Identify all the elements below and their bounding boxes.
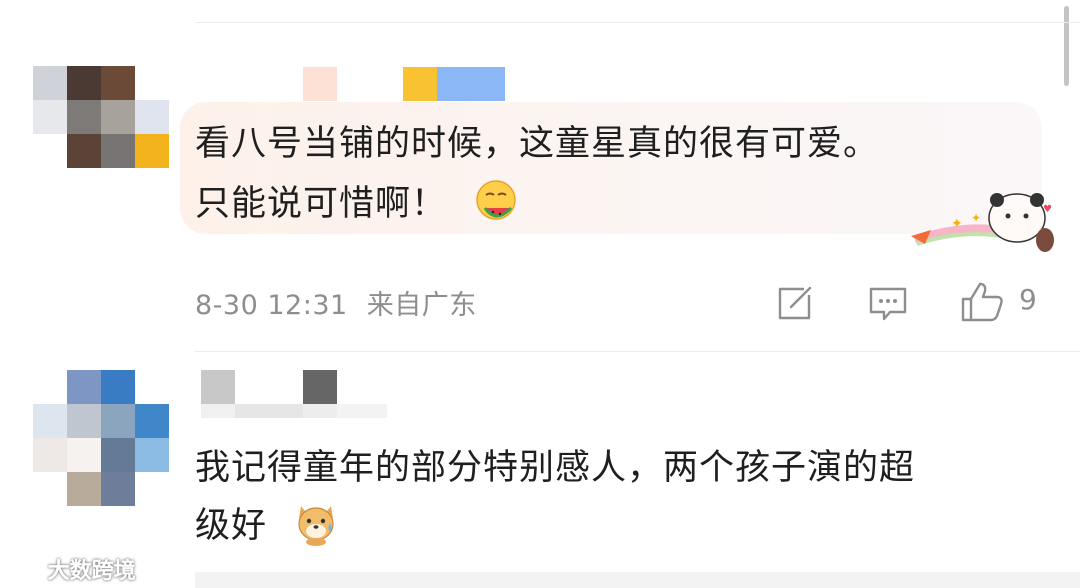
svg-text:✦: ✦: [951, 216, 963, 232]
comment-meta: 8-30 12:31 来自广东: [195, 283, 477, 322]
comment-text-line2-content: 级好: [195, 506, 268, 546]
scrollbar[interactable]: [1064, 6, 1069, 86]
comment-text-line2: 级好: [195, 500, 339, 552]
svg-text:♥: ♥: [1043, 204, 1052, 215]
comment-text-line1: 我记得童年的部分特别感人，两个孩子演的超: [195, 448, 916, 488]
next-comment-bubble-edge: [195, 572, 1080, 588]
share-icon[interactable]: [776, 285, 814, 321]
comment-icon[interactable]: [868, 286, 908, 322]
watermark-text: 大数跨境: [47, 559, 136, 584]
comment-text-line2-content: 只能说可惜啊！: [195, 184, 448, 224]
watermark: 大数跨境: [6, 553, 136, 585]
svg-text:✦: ✦: [971, 211, 981, 225]
like-count: 9: [1019, 283, 1037, 316]
comment-text-line2: 只能说可惜啊！: [195, 178, 519, 230]
watermelon-face-emoji: [476, 180, 516, 220]
divider-top: [195, 22, 1080, 23]
avatar[interactable]: [33, 370, 169, 506]
watermark-logo-icon: [6, 564, 36, 580]
like-icon[interactable]: [960, 281, 1006, 323]
crying-dog-emoji: [298, 506, 334, 546]
location: 来自广东: [366, 290, 477, 321]
panda-sticker-decoration: ✦ ✦ ♥: [911, 193, 1054, 252]
timestamp: 8-30 12:31: [195, 290, 348, 321]
divider-comments: [195, 351, 1080, 352]
avatar[interactable]: [33, 66, 169, 168]
comment-text-line1: 看八号当铺的时候，这童星真的很有可爱。: [195, 124, 880, 164]
